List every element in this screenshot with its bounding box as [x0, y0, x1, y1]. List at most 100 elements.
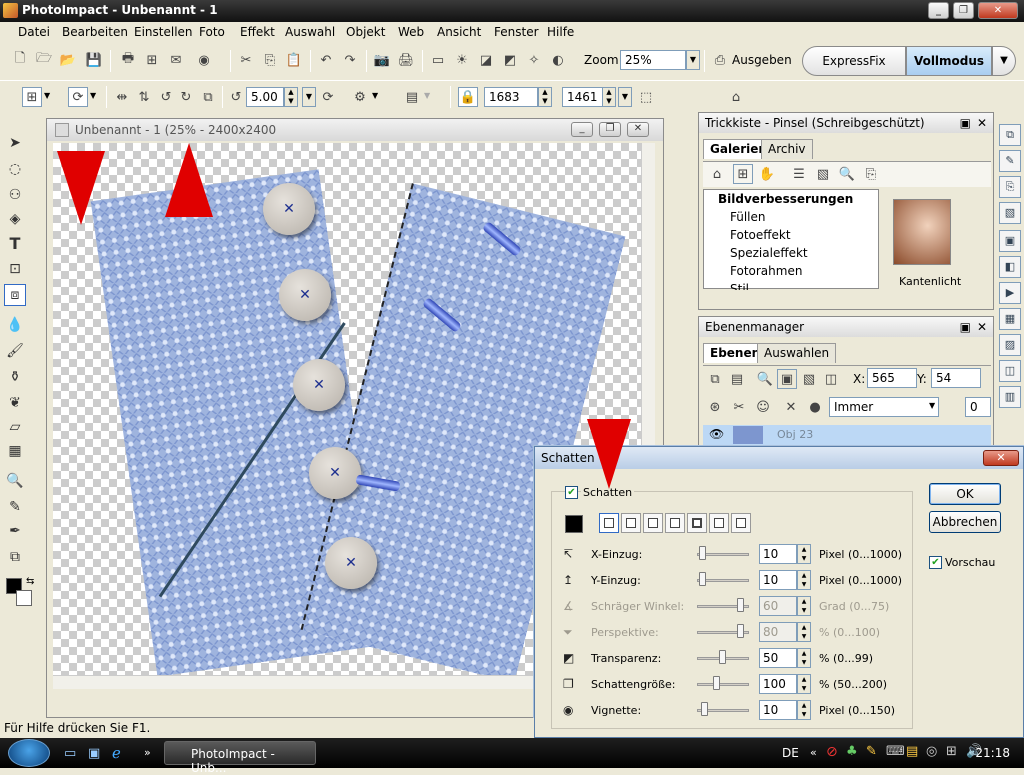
vollmodus-button[interactable]: Vollmodus: [906, 46, 992, 76]
x-einzug-slider-knob[interactable]: [699, 546, 706, 560]
schatten-checkbox[interactable]: ✔: [565, 486, 578, 499]
object-tool-icon[interactable]: ⧉: [4, 546, 26, 568]
layer-view-icon[interactable]: 🔍: [755, 369, 775, 389]
rotate-mode-dropdown-icon[interactable]: ▼: [90, 91, 96, 100]
x-field[interactable]: 565: [867, 368, 917, 388]
transparenz-field[interactable]: 50: [759, 648, 797, 668]
scanner-icon[interactable]: 🖨: [396, 50, 416, 70]
minimize-button[interactable]: _: [928, 2, 949, 19]
layer-mask-icon[interactable]: ⊛: [705, 397, 725, 417]
menu-web[interactable]: Web: [398, 25, 424, 39]
copy-icon[interactable]: ⎘: [260, 50, 280, 70]
rotate-angle-field[interactable]: 5.00: [246, 87, 284, 107]
mail-icon[interactable]: ✉: [166, 50, 186, 70]
start-button[interactable]: [8, 739, 50, 767]
layer-blend-icon[interactable]: ●: [805, 397, 825, 417]
ok-button[interactable]: OK: [929, 483, 1001, 505]
shadow-type-3[interactable]: [643, 513, 663, 533]
dock-navigator-icon[interactable]: ◫: [999, 360, 1021, 382]
width-field[interactable]: 1683: [484, 87, 538, 107]
shadow-type-5[interactable]: [687, 513, 707, 533]
redeye-icon[interactable]: ◐: [548, 50, 568, 70]
new-file-icon[interactable]: 🗋: [10, 50, 30, 70]
align-dropdown-icon[interactable]: ▼: [424, 91, 430, 100]
image-icon[interactable]: ◪: [476, 50, 496, 70]
layer-frame-icon[interactable]: ◫: [821, 369, 841, 389]
ausgeben-button[interactable]: Ausgeben: [732, 53, 792, 67]
tree-item-spezialeffekt[interactable]: Spezialeffekt: [704, 244, 878, 262]
shadow-type-7[interactable]: [731, 513, 751, 533]
y-einzug-spinner[interactable]: ▲ ▼: [797, 570, 811, 590]
tray-media-icon[interactable]: ◎: [926, 744, 937, 759]
perspektive-slider-knob[interactable]: [737, 624, 744, 638]
menu-datei[interactable]: Datei: [18, 25, 50, 39]
dock-copy-icon[interactable]: ⎘: [999, 176, 1021, 198]
tray-device-icon[interactable]: ⌨: [886, 744, 905, 759]
panel-float-icon[interactable]: ▣: [960, 116, 971, 130]
y-field[interactable]: 54: [931, 368, 981, 388]
vignette-slider-knob[interactable]: [701, 702, 708, 716]
background-color-swatch[interactable]: [16, 590, 32, 606]
merge-mode-dropdown-icon[interactable]: ▼: [929, 401, 935, 410]
home-icon[interactable]: ⌂: [726, 87, 746, 107]
print-icon[interactable]: 🖶: [118, 50, 138, 70]
switch-windows-icon[interactable]: ▣: [88, 746, 100, 761]
gallery-copy-icon[interactable]: ⎘: [861, 164, 881, 184]
object-options-dropdown-icon[interactable]: ▼: [372, 91, 378, 100]
clock[interactable]: 21:18: [975, 746, 1010, 760]
shadow-type-1[interactable]: [599, 513, 619, 533]
menu-hilfe[interactable]: Hilfe: [547, 25, 574, 39]
internet-explorer-icon[interactable]: ℯ: [112, 744, 121, 762]
schraeger-winkel-field[interactable]: 60: [759, 596, 797, 616]
abbrechen-button[interactable]: Abbrechen: [929, 511, 1001, 533]
crop-tool-icon[interactable]: ⊡: [4, 258, 26, 280]
doc-close-button[interactable]: ✕: [627, 122, 649, 137]
redo-icon[interactable]: ↷: [340, 50, 360, 70]
layer-tools-icon[interactable]: ✂: [729, 397, 749, 417]
swap-colors-icon[interactable]: ⇆: [26, 576, 34, 587]
rotate-angle-spinner[interactable]: ▲ ▼: [284, 87, 298, 107]
width-spinner[interactable]: ▲ ▼: [538, 87, 552, 107]
tab-auswahlen[interactable]: Auswahlen: [757, 343, 837, 363]
mode-dropdown-button[interactable]: ▼: [992, 46, 1016, 76]
taskbar-photoimpact-button[interactable]: PhotoImpact - Unb...: [164, 741, 316, 775]
share-icon[interactable]: ◉: [194, 50, 214, 70]
magic-wand-icon[interactable]: ✧: [524, 50, 544, 70]
menu-fenster[interactable]: Fenster: [494, 25, 539, 39]
layer-visibility-icon[interactable]: 👁: [709, 427, 724, 441]
crop-image-icon[interactable]: ◩: [500, 50, 520, 70]
schraeger-winkel-slider-knob[interactable]: [737, 598, 744, 612]
align-icon[interactable]: ▤: [402, 87, 422, 107]
tray-app-icon[interactable]: ♣: [846, 744, 858, 759]
zoom-tool-icon[interactable]: 🔍: [4, 470, 26, 492]
dock-objects-icon[interactable]: ▧: [999, 202, 1021, 224]
open-icon[interactable]: 🗁: [34, 50, 54, 70]
tree-item-fotorahmen[interactable]: Fotorahmen: [704, 262, 878, 280]
flip-vertical-icon[interactable]: ⇅: [134, 87, 154, 107]
merge-mode-field[interactable]: Immer: [829, 397, 939, 417]
doc-minimize-button[interactable]: _: [571, 122, 593, 137]
rotate-right-icon[interactable]: ↻: [176, 87, 196, 107]
brush-tool-icon[interactable]: 🖌: [4, 340, 26, 362]
undo-icon[interactable]: ↶: [316, 50, 336, 70]
gallery-tree-icon[interactable]: ⊞: [733, 164, 753, 184]
gallery-list-icon[interactable]: ☰: [789, 164, 809, 184]
tree-item-stil[interactable]: Stil: [704, 280, 878, 290]
rotate-mode-icon[interactable]: ⟳: [68, 87, 88, 107]
shadow-color-swatch[interactable]: [565, 515, 583, 533]
schattengroesse-slider-knob[interactable]: [713, 676, 720, 690]
perspective-icon[interactable]: ⧉: [198, 87, 218, 107]
dock-play-icon[interactable]: ▶: [999, 282, 1021, 304]
cut-icon[interactable]: ✂: [236, 50, 256, 70]
tree-item-fuellen[interactable]: Füllen: [704, 208, 878, 226]
tray-folder-icon[interactable]: ▤: [906, 744, 918, 759]
layer-delete-icon[interactable]: ✕: [781, 397, 801, 417]
opacity-field[interactable]: 0: [965, 397, 991, 417]
doc-restore-button[interactable]: ❐: [599, 122, 621, 137]
camera-icon[interactable]: 📷: [372, 50, 392, 70]
fill-tool-icon[interactable]: ▦: [4, 440, 26, 462]
perspektive-field[interactable]: 80: [759, 622, 797, 642]
lock-icon[interactable]: 🔒: [458, 87, 478, 107]
rotate-angle-dropdown[interactable]: ▼: [302, 87, 316, 107]
layer-row[interactable]: 👁 Obj 23: [703, 425, 991, 445]
